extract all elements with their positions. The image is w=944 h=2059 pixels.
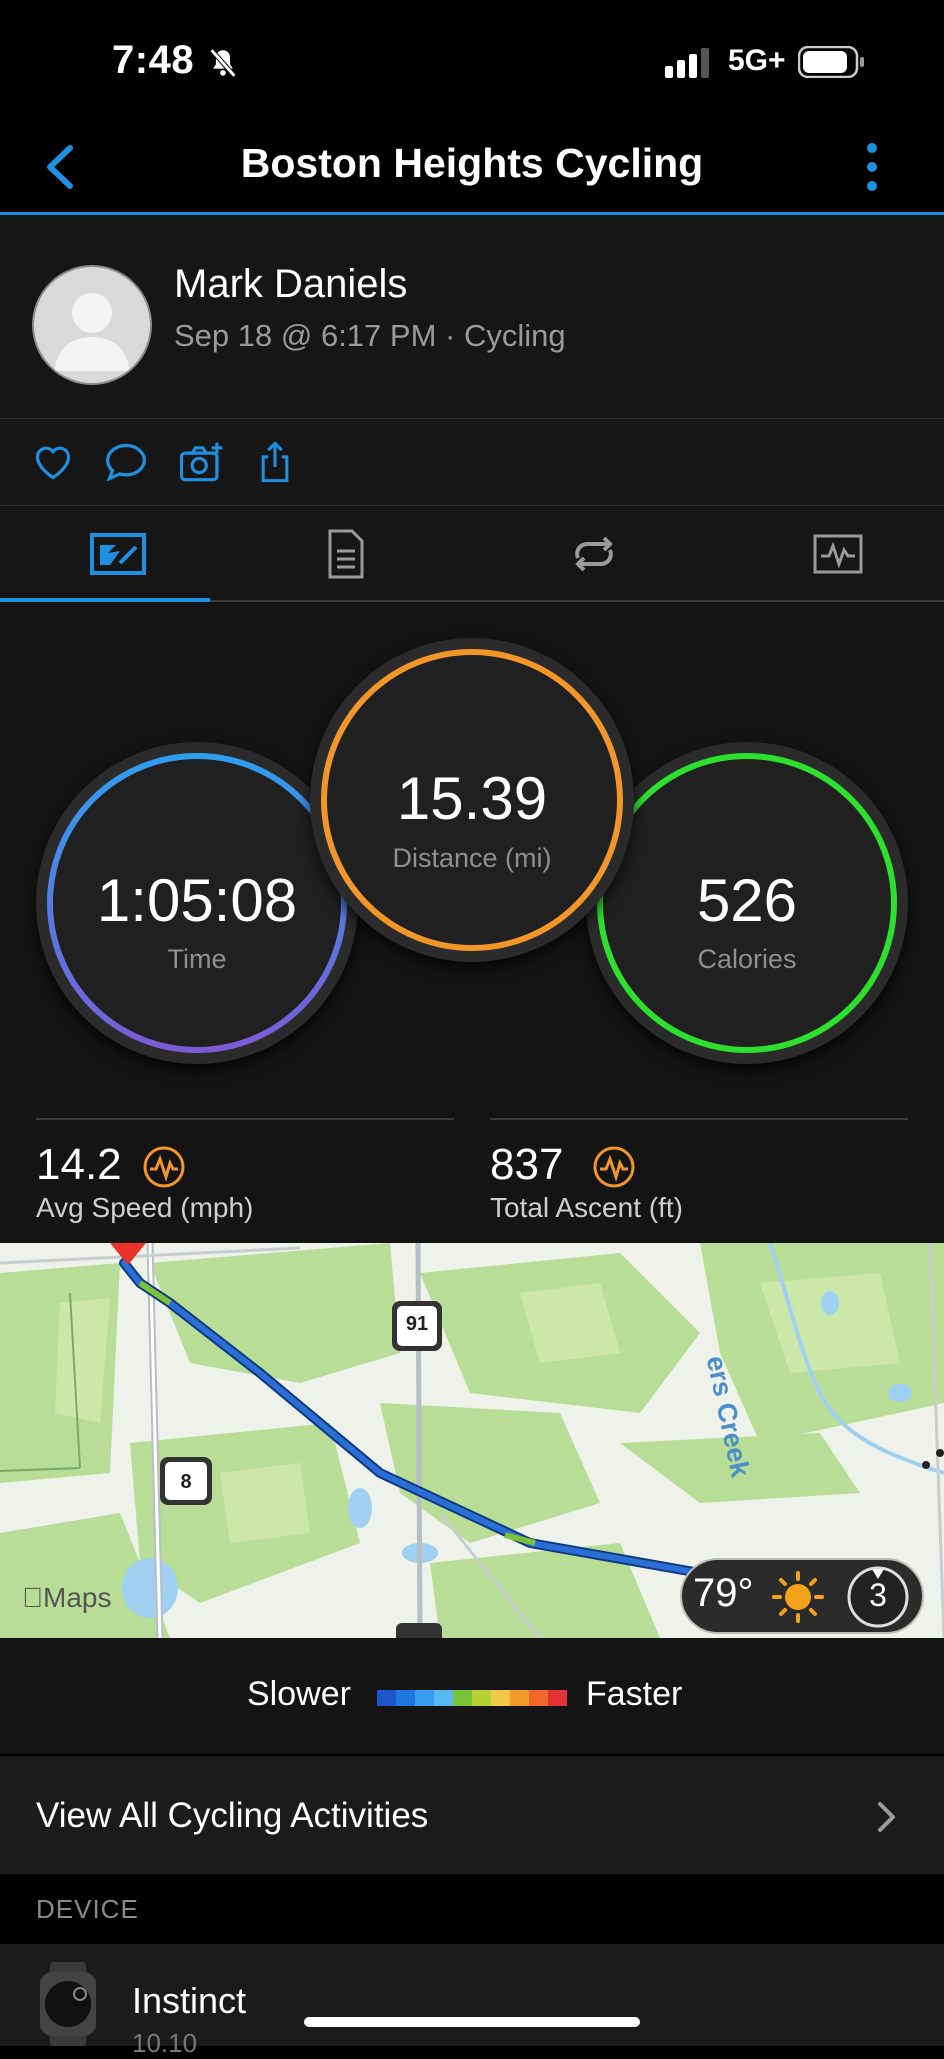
tab-laps[interactable] [476,506,712,602]
status-time: 7:48 [112,38,195,82]
legend-swatch [548,1690,567,1706]
legend-swatch [415,1690,434,1706]
calories-value: 526 [696,867,798,934]
device-section-label: DEVICE [36,1894,139,1924]
comment-icon[interactable] [104,441,148,488]
legend-slower: Slower [247,1675,351,1713]
divider [36,1118,454,1120]
device-subtitle: 10.10 [132,2028,198,2058]
cellular-signal-icon [665,48,715,83]
more-options-icon[interactable] [862,142,882,197]
user-name[interactable]: Mark Daniels [174,262,407,307]
legend-swatch [434,1690,453,1706]
share-icon[interactable] [258,440,292,489]
home-indicator[interactable] [304,2017,640,2027]
total-ascent-label: Total Ascent (ft) [490,1192,683,1223]
apple-logo-icon:  [22,1582,43,1614]
activity-meta: Sep 18 @ 6:17 PM · Cycling [174,318,566,353]
legend-swatch [453,1690,472,1706]
laps-repeat-icon [575,536,613,572]
tab-charts[interactable] [720,506,944,602]
tab-details[interactable] [228,506,464,602]
add-photo-icon[interactable] [178,440,224,489]
battery-icon [797,45,866,83]
calories-label: Calories [697,944,797,974]
chevron-right-icon[interactable] [876,1800,898,1839]
legend-swatch [510,1690,529,1706]
chart-pulse-icon [813,534,863,574]
total-ascent-value: 837 [490,1140,564,1189]
route-8-shield: 8 [180,1471,192,1493]
page-title: Boston Heights Cycling [240,140,704,186]
device-section-header [0,1874,944,1944]
route-map[interactable]: 91 8 ers Creek Maps 79° 3 [0,1243,944,1638]
divider [490,1118,908,1120]
wind-speed: 3 [869,1577,887,1613]
maps-attribution: Maps [22,1582,111,1614]
route-91-shield: 91 [405,1313,429,1335]
bell-muted-icon [206,46,240,85]
distance-value: 15.39 [396,765,548,832]
legend-swatch [491,1690,510,1706]
legend-swatch [377,1690,396,1706]
overview-chart-icon [90,533,146,575]
like-heart-icon[interactable] [32,443,74,486]
pulse-badge-icon[interactable] [592,1145,636,1194]
network-type: 5G+ [728,44,786,77]
document-icon [328,529,364,579]
sun-icon [770,1571,826,1628]
watch-icon [34,1962,102,2051]
avatar[interactable] [32,265,152,385]
legend-swatch [472,1690,491,1706]
speed-color-scale [377,1690,567,1706]
device-name[interactable]: Instinct [132,1980,246,2022]
tab-overview[interactable] [0,506,236,602]
legend-faster: Faster [586,1675,683,1713]
time-label: Time [167,944,227,974]
legend-swatch [529,1690,548,1706]
avg-speed-label: Avg Speed (mph) [36,1192,254,1223]
time-value: 1:05:08 [96,867,298,934]
weather-temp: 79° [693,1571,754,1615]
distance-label: Distance (mi) [392,843,552,873]
view-all-label[interactable]: View All Cycling Activities [36,1796,428,1836]
avg-speed-value: 14.2 [36,1140,122,1189]
pulse-badge-icon[interactable] [142,1145,186,1194]
legend-swatch [396,1690,415,1706]
